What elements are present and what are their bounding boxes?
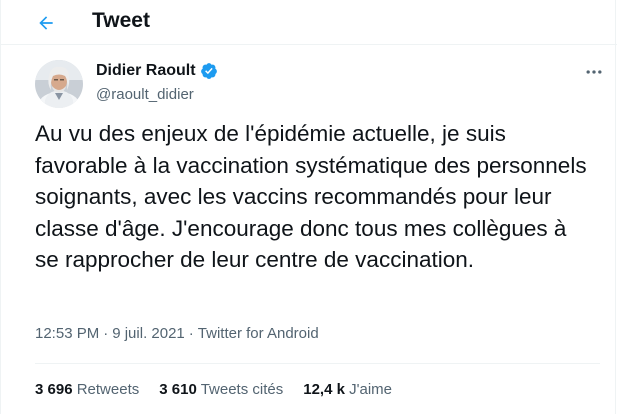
likes-count: 12,4 k — [303, 381, 345, 398]
tweet-time[interactable]: 12:53 PM — [35, 325, 99, 342]
quotes-stat[interactable]: 3 610 Tweets cités — [159, 381, 283, 398]
tweet-stats: 3 696 Retweets 3 610 Tweets cités 12,4 k… — [35, 381, 412, 398]
tweet-text: Au vu des enjeux de l'épidémie actuelle,… — [35, 121, 587, 272]
author-name[interactable]: Didier Raoult — [96, 62, 196, 80]
verified-badge-icon — [200, 62, 218, 80]
avatar-image — [35, 60, 83, 108]
retweets-stat[interactable]: 3 696 Retweets — [35, 381, 139, 398]
arrow-left-icon — [39, 16, 53, 30]
avatar[interactable] — [35, 60, 83, 108]
page-header: Tweet — [1, 0, 617, 45]
retweets-count: 3 696 — [35, 381, 73, 398]
divider — [35, 363, 600, 364]
meta-separator: · — [188, 325, 194, 342]
quotes-count: 3 610 — [159, 381, 197, 398]
author-row: Didier Raoult — [96, 62, 218, 80]
likes-label: J'aime — [349, 381, 393, 398]
quotes-label: Tweets cités — [200, 381, 284, 398]
more-options-button[interactable] — [579, 60, 609, 84]
page-title: Tweet — [92, 9, 150, 32]
retweets-label: Retweets — [76, 381, 140, 398]
meta-separator: · — [103, 325, 109, 342]
likes-stat[interactable]: 12,4 k J'aime — [303, 381, 392, 398]
back-button[interactable] — [29, 6, 63, 40]
tweet-page: Tweet Didier Raoult @raoult_didier Au vu… — [0, 0, 617, 414]
tweet-date[interactable]: 9 juil. 2021 — [112, 325, 185, 342]
author-handle[interactable]: @raoult_didier — [96, 86, 194, 103]
tweet-meta: 12:53 PM · 9 juil. 2021 · Twitter for An… — [35, 325, 319, 342]
more-horizontal-icon — [586, 70, 602, 74]
tweet-source[interactable]: Twitter for Android — [198, 325, 319, 342]
